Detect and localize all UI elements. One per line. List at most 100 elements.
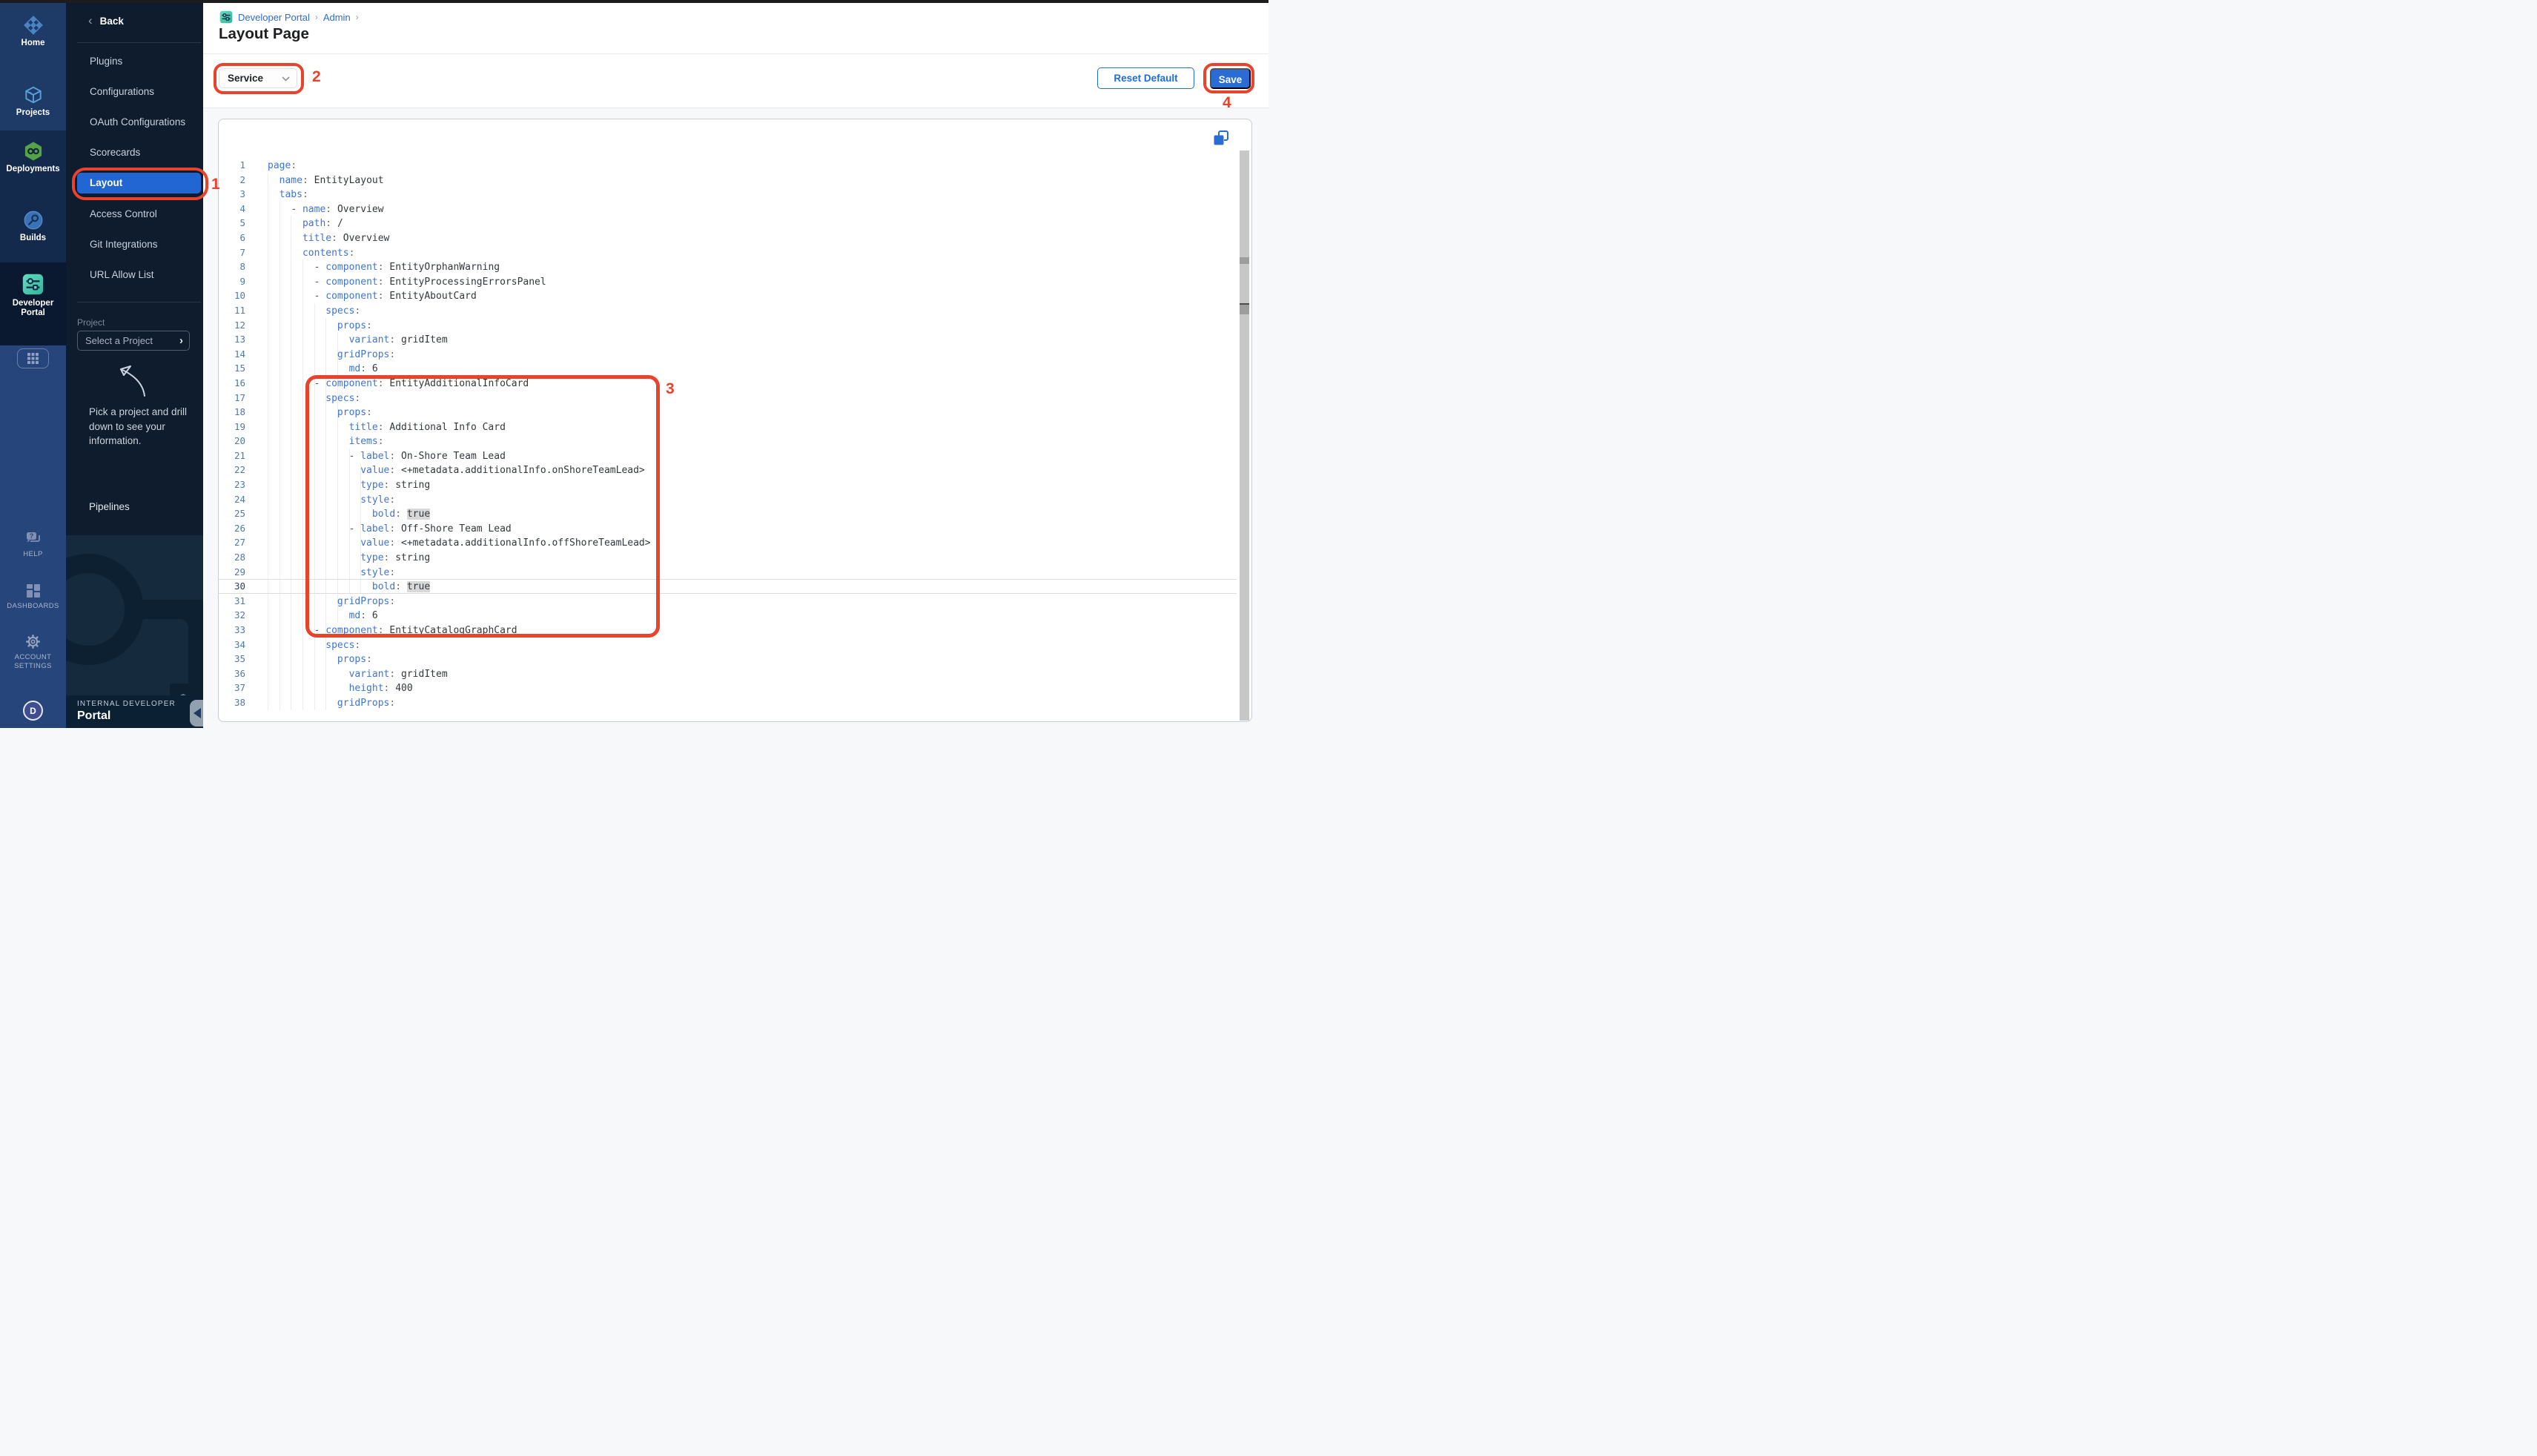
code-line-38[interactable]: 38 gridProps: <box>219 695 1237 710</box>
code-text: - component: EntityCatalogGraphCard <box>268 625 517 636</box>
line-number: 11 <box>219 303 245 318</box>
code-line-14[interactable]: 14 gridProps: <box>219 347 1237 362</box>
line-number: 2 <box>219 173 245 188</box>
sidebar-collapse-button[interactable] <box>190 700 203 727</box>
code-line-10[interactable]: 10 - component: EntityAboutCard <box>219 288 1237 303</box>
code-line-28[interactable]: 28 type: string <box>219 550 1237 565</box>
code-line-23[interactable]: 23 type: string <box>219 477 1237 492</box>
code-line-3[interactable]: 3 tabs: <box>219 187 1237 202</box>
code-line-32[interactable]: 32 md: 6 <box>219 608 1237 623</box>
rail-item-home[interactable]: Home <box>0 15 66 48</box>
sidebar-item-scorecards[interactable]: Scorecards <box>77 142 201 163</box>
page-title: Layout Page <box>219 25 309 43</box>
scrollbar-mark <box>1240 257 1249 264</box>
code-line-36[interactable]: 36 variant: gridItem <box>219 666 1237 681</box>
rail-item-account-settings[interactable]: ACCOUNT SETTINGS <box>0 633 66 672</box>
rail-item-deployments[interactable]: Deployments <box>0 141 66 174</box>
sidebar-item-layout[interactable]: Layout <box>77 173 201 193</box>
code-text: title: Additional Info Card <box>268 422 506 433</box>
code-line-11[interactable]: 11 specs: <box>219 303 1237 318</box>
code-text: bold: true <box>268 581 430 592</box>
breadcrumb: Developer Portal › Admin › <box>219 10 359 24</box>
code-text: - name: Overview <box>268 204 384 215</box>
code-line-2[interactable]: 2 name: EntityLayout <box>219 173 1237 188</box>
code-line-7[interactable]: 7 contents: <box>219 245 1237 260</box>
editor-scrollbar[interactable] <box>1240 150 1249 721</box>
code-line-18[interactable]: 18 props: <box>219 405 1237 420</box>
main-content: Developer Portal › Admin › Layout Page S… <box>203 3 1268 728</box>
line-number: 7 <box>219 245 245 260</box>
code-line-22[interactable]: 22 value: <+metadata.additionalInfo.onSh… <box>219 463 1237 477</box>
code-line-31[interactable]: 31 gridProps: <box>219 594 1237 609</box>
code-line-5[interactable]: 5 path: / <box>219 216 1237 231</box>
save-button[interactable]: Save <box>1210 68 1251 89</box>
line-number: 21 <box>219 449 245 463</box>
line-number: 27 <box>219 535 245 550</box>
code-line-1[interactable]: 1page: <box>219 158 1237 173</box>
code-line-16[interactable]: 16 - component: EntityAdditionalInfoCard <box>219 376 1237 391</box>
yaml-editor[interactable]: 1page:2 name: EntityLayout3 tabs:4 - nam… <box>219 158 1237 710</box>
code-line-13[interactable]: 13 variant: gridItem <box>219 332 1237 347</box>
line-number: 10 <box>219 288 245 303</box>
sidebar-item-pipelines[interactable]: Pipelines <box>89 501 130 512</box>
code-text: style: <box>268 567 395 578</box>
code-line-20[interactable]: 20 items: <box>219 434 1237 449</box>
sidebar-item-oauth-configurations[interactable]: OAuth Configurations <box>77 112 201 133</box>
code-text: props: <box>268 654 372 665</box>
copy-icon[interactable] <box>1213 130 1229 146</box>
sidebar-item-access-control[interactable]: Access Control <box>77 204 201 225</box>
breadcrumb-developer-portal[interactable]: Developer Portal <box>238 12 310 23</box>
line-number: 32 <box>219 608 245 623</box>
rail-item-label: DASHBOARDS <box>0 602 66 611</box>
code-line-26[interactable]: 26 - label: Off-Shore Team Lead <box>219 521 1237 536</box>
code-line-12[interactable]: 12 props: <box>219 318 1237 333</box>
code-line-33[interactable]: 33 - component: EntityCatalogGraphCard <box>219 623 1237 638</box>
code-line-24[interactable]: 24 style: <box>219 492 1237 507</box>
sidebar-item-plugins[interactable]: Plugins <box>77 51 201 72</box>
code-line-9[interactable]: 9 - component: EntityProcessingErrorsPan… <box>219 274 1237 289</box>
line-number: 3 <box>219 187 245 202</box>
entity-type-select[interactable]: Service <box>219 68 297 88</box>
line-number: 6 <box>219 231 245 245</box>
divider <box>203 53 1268 54</box>
user-avatar[interactable]: D <box>23 701 43 721</box>
line-number: 20 <box>219 434 245 449</box>
rail-item-label: ACCOUNT SETTINGS <box>0 653 66 672</box>
breadcrumb-admin[interactable]: Admin <box>323 12 351 23</box>
code-text: specs: <box>268 305 360 317</box>
yaml-editor-card: 1page:2 name: EntityLayout3 tabs:4 - nam… <box>218 119 1252 722</box>
code-line-35[interactable]: 35 props: <box>219 652 1237 666</box>
code-line-27[interactable]: 27 value: <+metadata.additionalInfo.offS… <box>219 535 1237 550</box>
rail-item-builds[interactable]: Builds <box>0 210 66 243</box>
code-line-29[interactable]: 29 style: <box>219 565 1237 580</box>
code-line-6[interactable]: 6 title: Overview <box>219 231 1237 245</box>
code-line-30[interactable]: 30 bold: true <box>219 579 1237 594</box>
code-line-34[interactable]: 34 specs: <box>219 638 1237 652</box>
sidebar-item-configurations[interactable]: Configurations <box>77 82 201 102</box>
rail-item-projects[interactable]: Projects <box>0 85 66 118</box>
line-number: 25 <box>219 506 245 521</box>
line-number: 12 <box>219 318 245 333</box>
code-line-8[interactable]: 8 - component: EntityOrphanWarning <box>219 259 1237 274</box>
code-line-21[interactable]: 21 - label: On-Shore Team Lead <box>219 449 1237 463</box>
code-line-37[interactable]: 37 height: 400 <box>219 681 1237 695</box>
code-line-17[interactable]: 17 specs: <box>219 391 1237 406</box>
rail-item-help[interactable]: ? HELP <box>0 531 66 559</box>
line-number: 5 <box>219 216 245 231</box>
layout-page-screen: Home Projects Deployments <box>0 0 1268 728</box>
code-line-25[interactable]: 25 bold: true <box>219 506 1237 521</box>
code-text: specs: <box>268 640 360 651</box>
footer-big-label: Portal <box>77 709 110 723</box>
reset-default-button[interactable]: Reset Default <box>1097 67 1194 89</box>
code-line-19[interactable]: 19 title: Additional Info Card <box>219 420 1237 434</box>
project-select-button[interactable]: Select a Project › <box>77 331 190 351</box>
sidebar-item-url-allow-list[interactable]: URL Allow List <box>77 265 201 285</box>
rail-item-developer-portal[interactable]: Developer Portal <box>0 273 66 318</box>
back-button[interactable]: ‹Back <box>88 13 124 28</box>
rail-item-dashboards[interactable]: DASHBOARDS <box>0 583 66 611</box>
sidebar-item-git-integrations[interactable]: Git Integrations <box>77 234 201 255</box>
code-line-4[interactable]: 4 - name: Overview <box>219 202 1237 216</box>
code-line-15[interactable]: 15 md: 6 <box>219 361 1237 376</box>
admin-sidebar: ‹Back Plugins Configurations OAuth Configu… <box>66 3 203 728</box>
module-picker-button[interactable] <box>17 348 49 368</box>
